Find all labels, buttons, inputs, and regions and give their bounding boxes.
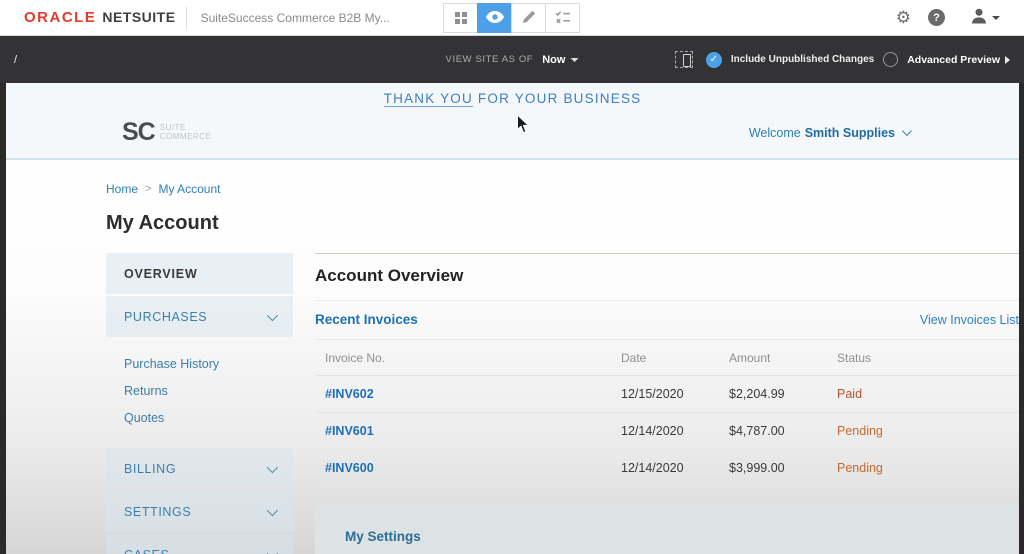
- checklist-icon: [555, 10, 571, 27]
- netsuite-wordmark: NETSUITE: [102, 9, 175, 25]
- banner-link[interactable]: THANK YOU: [384, 91, 473, 107]
- promo-banner: THANK YOU FOR YOUR BUSINESS: [6, 83, 1019, 106]
- divider: [186, 7, 187, 29]
- recent-invoices-title: Recent Invoices: [315, 312, 418, 327]
- purchases-submenu: Purchase History Returns Quotes: [106, 339, 293, 446]
- column-header-date: Date: [621, 351, 729, 365]
- advanced-preview-link[interactable]: Advanced Preview: [907, 54, 1010, 66]
- sidebar-item-purchase-history[interactable]: Purchase History: [124, 351, 275, 378]
- checked-circle-icon[interactable]: ✓: [706, 52, 722, 68]
- invoice-row: #INV600 12/14/2020 $3,999.00 Pending: [315, 450, 1019, 487]
- invoice-table-header: Invoice No. Date Amount Status: [315, 340, 1019, 376]
- storefront-header: THANK YOU FOR YOUR BUSINESS SC SUITE COM…: [6, 83, 1019, 160]
- view-date-dropdown[interactable]: Now: [542, 54, 578, 66]
- invoice-row: #INV602 12/15/2020 $2,204.99 Paid: [315, 376, 1019, 413]
- invoice-date: 12/14/2020: [621, 424, 729, 438]
- chevron-down-icon: [267, 461, 278, 472]
- chevron-down-icon: [267, 504, 278, 515]
- my-settings-title: My Settings: [345, 529, 1019, 544]
- edit-button[interactable]: [511, 3, 546, 33]
- suitecommerce-logo[interactable]: SC SUITE COMMERCE: [122, 118, 211, 147]
- account-overview-heading: Account Overview: [315, 266, 1019, 301]
- sidebar-item-returns[interactable]: Returns: [124, 378, 275, 405]
- current-path: /: [14, 54, 17, 66]
- user-icon: [970, 7, 988, 29]
- my-settings-panel: My Settings: [315, 505, 1019, 554]
- chevron-down-icon: [992, 16, 1000, 20]
- invoice-status: Pending: [837, 461, 1019, 475]
- include-unpublished-label[interactable]: Include Unpublished Changes: [731, 54, 874, 65]
- invoice-link[interactable]: #INV601: [325, 424, 621, 438]
- preview-mode-toolbar: [444, 3, 580, 33]
- top-bar-right: ⚙ ?: [896, 7, 1000, 29]
- column-header-invoice-no: Invoice No.: [325, 351, 621, 365]
- invoice-date: 12/14/2020: [621, 461, 729, 475]
- sidebar-item-billing[interactable]: BILLING: [106, 448, 293, 489]
- sidebar-item-cases[interactable]: CASES: [106, 534, 293, 554]
- chevron-down-icon: [267, 547, 278, 554]
- user-menu[interactable]: [970, 7, 1000, 29]
- storefront-page: THANK YOU FOR YOUR BUSINESS SC SUITE COM…: [0, 83, 1024, 554]
- breadcrumb: Home > My Account: [106, 182, 1019, 196]
- advanced-preview-radio[interactable]: [883, 52, 898, 67]
- top-bar: ORACLE NETSUITE SuiteSuccess Commerce B2…: [0, 0, 1024, 36]
- preview-eye-button[interactable]: [477, 3, 512, 33]
- invoice-amount: $2,204.99: [729, 387, 837, 401]
- chevron-down-icon: [267, 309, 278, 320]
- breadcrumb-current: My Account: [158, 182, 220, 196]
- breadcrumb-separator: >: [145, 183, 151, 195]
- eye-icon: [486, 11, 504, 26]
- account-overview-panel: Account Overview Recent Invoices View In…: [315, 253, 1019, 554]
- invoice-amount: $3,999.00: [729, 461, 837, 475]
- breadcrumb-home[interactable]: Home: [106, 182, 138, 196]
- site-title[interactable]: SuiteSuccess Commerce B2B My...: [201, 11, 390, 25]
- grid-icon: [455, 12, 467, 24]
- grid-view-button[interactable]: [443, 3, 478, 33]
- oracle-wordmark: ORACLE: [24, 9, 96, 26]
- preview-bar-right: ✓ Include Unpublished Changes Advanced P…: [675, 51, 1010, 68]
- invoice-status: Pending: [837, 424, 1019, 438]
- chevron-down-icon: [570, 58, 578, 62]
- page-title: My Account: [106, 212, 1019, 235]
- storefront-header-row: SC SUITE COMMERCE Welcome Smith Supplies: [6, 118, 1019, 147]
- chevron-right-icon: [1005, 56, 1010, 64]
- invoice-status: Paid: [837, 387, 1019, 401]
- page-content: Home > My Account My Account OVERVIEW PU…: [6, 160, 1019, 554]
- invoice-amount: $4,787.00: [729, 424, 837, 438]
- chevron-down-icon: [902, 126, 912, 136]
- banner-rest: FOR YOUR BUSINESS: [473, 91, 641, 106]
- column-header-amount: Amount: [729, 351, 837, 365]
- view-site-as-of: VIEW SITE AS OF Now: [446, 54, 579, 66]
- invoice-date: 12/15/2020: [621, 387, 729, 401]
- netsuite-logo: ORACLE NETSUITE: [24, 9, 176, 26]
- sidebar-item-settings[interactable]: SETTINGS: [106, 491, 293, 532]
- recent-invoices-header: Recent Invoices View Invoices List: [315, 301, 1019, 340]
- screen: ORACLE NETSUITE SuiteSuccess Commerce B2…: [0, 0, 1024, 554]
- welcome-account-dropdown[interactable]: Welcome Smith Supplies: [749, 126, 909, 140]
- view-site-as-of-label: VIEW SITE AS OF: [446, 54, 534, 65]
- device-preview-icon[interactable]: [675, 51, 693, 68]
- pencil-icon: [522, 10, 536, 27]
- invoice-link[interactable]: #INV600: [325, 461, 621, 475]
- column-header-status: Status: [837, 351, 1019, 365]
- checklist-button[interactable]: [545, 3, 580, 33]
- account-sidebar: OVERVIEW PURCHASES Purchase History Retu…: [106, 253, 293, 554]
- invoice-link[interactable]: #INV602: [325, 387, 621, 401]
- gear-icon[interactable]: ⚙: [896, 9, 911, 26]
- invoice-row: #INV601 12/14/2020 $4,787.00 Pending: [315, 413, 1019, 450]
- sidebar-item-overview[interactable]: OVERVIEW: [106, 253, 293, 294]
- sidebar-item-quotes[interactable]: Quotes: [124, 405, 275, 432]
- view-invoices-list-link[interactable]: View Invoices List: [920, 313, 1019, 327]
- account-columns: OVERVIEW PURCHASES Purchase History Retu…: [106, 253, 1019, 554]
- sidebar-item-purchases[interactable]: PURCHASES: [106, 296, 293, 337]
- help-icon[interactable]: ?: [928, 9, 945, 26]
- preview-bar: / VIEW SITE AS OF Now ✓ Include Unpublis…: [0, 36, 1024, 83]
